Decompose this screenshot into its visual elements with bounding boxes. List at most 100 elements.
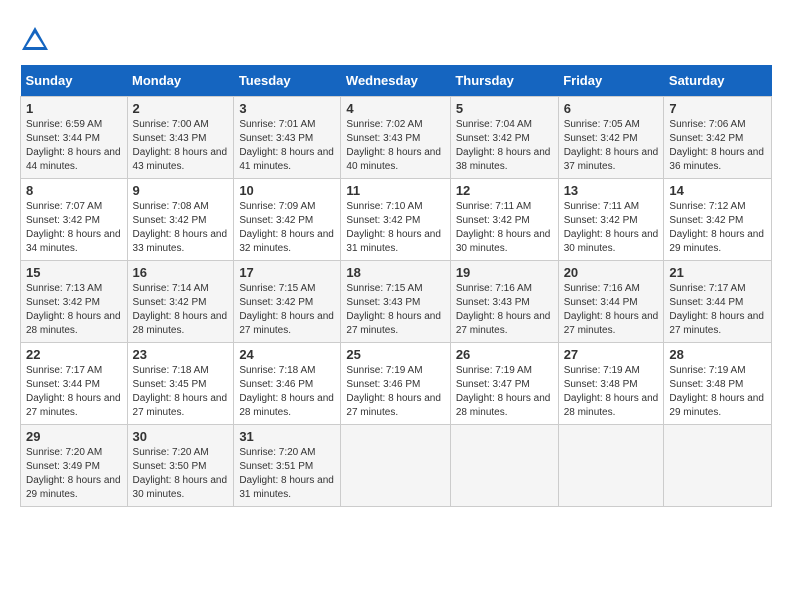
calendar-header-row: SundayMondayTuesdayWednesdayThursdayFrid… — [21, 65, 772, 97]
calendar-cell — [558, 425, 664, 507]
calendar-week-row: 8 Sunrise: 7:07 AM Sunset: 3:42 PM Dayli… — [21, 179, 772, 261]
header-thursday: Thursday — [450, 65, 558, 97]
day-number: 25 — [346, 347, 444, 362]
header-friday: Friday — [558, 65, 664, 97]
calendar-cell: 4 Sunrise: 7:02 AM Sunset: 3:43 PM Dayli… — [341, 97, 450, 179]
day-content: Sunrise: 7:19 AM Sunset: 3:48 PM Dayligh… — [669, 364, 766, 420]
calendar-cell: 20 Sunrise: 7:16 AM Sunset: 3:44 PM Dayl… — [558, 261, 664, 343]
header-wednesday: Wednesday — [341, 65, 450, 97]
day-content: Sunrise: 7:18 AM Sunset: 3:45 PM Dayligh… — [133, 364, 229, 420]
calendar-cell: 5 Sunrise: 7:04 AM Sunset: 3:42 PM Dayli… — [450, 97, 558, 179]
logo-icon — [20, 25, 50, 55]
day-content: Sunrise: 7:17 AM Sunset: 3:44 PM Dayligh… — [26, 364, 122, 420]
calendar-cell: 9 Sunrise: 7:08 AM Sunset: 3:42 PM Dayli… — [127, 179, 234, 261]
day-number: 22 — [26, 347, 122, 362]
day-content: Sunrise: 7:11 AM Sunset: 3:42 PM Dayligh… — [564, 200, 659, 256]
day-number: 30 — [133, 429, 229, 444]
calendar-cell: 13 Sunrise: 7:11 AM Sunset: 3:42 PM Dayl… — [558, 179, 664, 261]
calendar-cell: 30 Sunrise: 7:20 AM Sunset: 3:50 PM Dayl… — [127, 425, 234, 507]
day-number: 11 — [346, 183, 444, 198]
page-header — [20, 20, 772, 55]
calendar-cell: 15 Sunrise: 7:13 AM Sunset: 3:42 PM Dayl… — [21, 261, 128, 343]
day-number: 23 — [133, 347, 229, 362]
day-number: 1 — [26, 101, 122, 116]
day-content: Sunrise: 7:01 AM Sunset: 3:43 PM Dayligh… — [239, 118, 335, 174]
day-number: 17 — [239, 265, 335, 280]
calendar-cell: 25 Sunrise: 7:19 AM Sunset: 3:46 PM Dayl… — [341, 343, 450, 425]
day-content: Sunrise: 7:16 AM Sunset: 3:43 PM Dayligh… — [456, 282, 553, 338]
calendar-cell: 16 Sunrise: 7:14 AM Sunset: 3:42 PM Dayl… — [127, 261, 234, 343]
header-sunday: Sunday — [21, 65, 128, 97]
calendar-cell: 24 Sunrise: 7:18 AM Sunset: 3:46 PM Dayl… — [234, 343, 341, 425]
calendar-cell: 6 Sunrise: 7:05 AM Sunset: 3:42 PM Dayli… — [558, 97, 664, 179]
day-content: Sunrise: 7:19 AM Sunset: 3:48 PM Dayligh… — [564, 364, 659, 420]
day-content: Sunrise: 7:11 AM Sunset: 3:42 PM Dayligh… — [456, 200, 553, 256]
logo — [20, 25, 54, 55]
day-content: Sunrise: 7:14 AM Sunset: 3:42 PM Dayligh… — [133, 282, 229, 338]
day-content: Sunrise: 7:13 AM Sunset: 3:42 PM Dayligh… — [26, 282, 122, 338]
calendar-week-row: 15 Sunrise: 7:13 AM Sunset: 3:42 PM Dayl… — [21, 261, 772, 343]
day-content: Sunrise: 7:12 AM Sunset: 3:42 PM Dayligh… — [669, 200, 766, 256]
day-content: Sunrise: 7:18 AM Sunset: 3:46 PM Dayligh… — [239, 364, 335, 420]
day-content: Sunrise: 7:05 AM Sunset: 3:42 PM Dayligh… — [564, 118, 659, 174]
calendar-cell: 27 Sunrise: 7:19 AM Sunset: 3:48 PM Dayl… — [558, 343, 664, 425]
day-number: 21 — [669, 265, 766, 280]
day-content: Sunrise: 7:07 AM Sunset: 3:42 PM Dayligh… — [26, 200, 122, 256]
calendar-cell: 11 Sunrise: 7:10 AM Sunset: 3:42 PM Dayl… — [341, 179, 450, 261]
day-number: 15 — [26, 265, 122, 280]
calendar-cell: 3 Sunrise: 7:01 AM Sunset: 3:43 PM Dayli… — [234, 97, 341, 179]
day-content: Sunrise: 7:19 AM Sunset: 3:46 PM Dayligh… — [346, 364, 444, 420]
day-content: Sunrise: 7:00 AM Sunset: 3:43 PM Dayligh… — [133, 118, 229, 174]
calendar-cell: 1 Sunrise: 6:59 AM Sunset: 3:44 PM Dayli… — [21, 97, 128, 179]
calendar-cell: 14 Sunrise: 7:12 AM Sunset: 3:42 PM Dayl… — [664, 179, 772, 261]
calendar-cell: 23 Sunrise: 7:18 AM Sunset: 3:45 PM Dayl… — [127, 343, 234, 425]
calendar-cell: 26 Sunrise: 7:19 AM Sunset: 3:47 PM Dayl… — [450, 343, 558, 425]
calendar-cell — [450, 425, 558, 507]
day-number: 12 — [456, 183, 553, 198]
calendar-cell: 18 Sunrise: 7:15 AM Sunset: 3:43 PM Dayl… — [341, 261, 450, 343]
day-content: Sunrise: 7:04 AM Sunset: 3:42 PM Dayligh… — [456, 118, 553, 174]
day-number: 16 — [133, 265, 229, 280]
day-number: 19 — [456, 265, 553, 280]
day-number: 29 — [26, 429, 122, 444]
day-number: 5 — [456, 101, 553, 116]
day-number: 26 — [456, 347, 553, 362]
day-content: Sunrise: 7:06 AM Sunset: 3:42 PM Dayligh… — [669, 118, 766, 174]
calendar-cell: 21 Sunrise: 7:17 AM Sunset: 3:44 PM Dayl… — [664, 261, 772, 343]
day-number: 13 — [564, 183, 659, 198]
day-content: Sunrise: 7:20 AM Sunset: 3:49 PM Dayligh… — [26, 446, 122, 502]
day-number: 4 — [346, 101, 444, 116]
day-number: 7 — [669, 101, 766, 116]
calendar-week-row: 29 Sunrise: 7:20 AM Sunset: 3:49 PM Dayl… — [21, 425, 772, 507]
day-number: 28 — [669, 347, 766, 362]
day-number: 2 — [133, 101, 229, 116]
header-monday: Monday — [127, 65, 234, 97]
day-number: 24 — [239, 347, 335, 362]
calendar-cell: 28 Sunrise: 7:19 AM Sunset: 3:48 PM Dayl… — [664, 343, 772, 425]
calendar-cell: 8 Sunrise: 7:07 AM Sunset: 3:42 PM Dayli… — [21, 179, 128, 261]
day-number: 20 — [564, 265, 659, 280]
calendar-cell: 31 Sunrise: 7:20 AM Sunset: 3:51 PM Dayl… — [234, 425, 341, 507]
day-content: Sunrise: 7:20 AM Sunset: 3:51 PM Dayligh… — [239, 446, 335, 502]
day-number: 10 — [239, 183, 335, 198]
calendar-table: SundayMondayTuesdayWednesdayThursdayFrid… — [20, 65, 772, 507]
calendar-cell: 29 Sunrise: 7:20 AM Sunset: 3:49 PM Dayl… — [21, 425, 128, 507]
calendar-cell: 19 Sunrise: 7:16 AM Sunset: 3:43 PM Dayl… — [450, 261, 558, 343]
day-content: Sunrise: 7:16 AM Sunset: 3:44 PM Dayligh… — [564, 282, 659, 338]
calendar-cell: 12 Sunrise: 7:11 AM Sunset: 3:42 PM Dayl… — [450, 179, 558, 261]
day-content: Sunrise: 7:19 AM Sunset: 3:47 PM Dayligh… — [456, 364, 553, 420]
day-content: Sunrise: 7:17 AM Sunset: 3:44 PM Dayligh… — [669, 282, 766, 338]
day-content: Sunrise: 7:15 AM Sunset: 3:42 PM Dayligh… — [239, 282, 335, 338]
day-content: Sunrise: 7:09 AM Sunset: 3:42 PM Dayligh… — [239, 200, 335, 256]
header-tuesday: Tuesday — [234, 65, 341, 97]
calendar-cell: 10 Sunrise: 7:09 AM Sunset: 3:42 PM Dayl… — [234, 179, 341, 261]
day-content: Sunrise: 7:10 AM Sunset: 3:42 PM Dayligh… — [346, 200, 444, 256]
calendar-cell — [664, 425, 772, 507]
day-number: 14 — [669, 183, 766, 198]
day-number: 8 — [26, 183, 122, 198]
day-content: Sunrise: 7:02 AM Sunset: 3:43 PM Dayligh… — [346, 118, 444, 174]
calendar-week-row: 1 Sunrise: 6:59 AM Sunset: 3:44 PM Dayli… — [21, 97, 772, 179]
day-content: Sunrise: 7:20 AM Sunset: 3:50 PM Dayligh… — [133, 446, 229, 502]
day-number: 3 — [239, 101, 335, 116]
day-content: Sunrise: 6:59 AM Sunset: 3:44 PM Dayligh… — [26, 118, 122, 174]
